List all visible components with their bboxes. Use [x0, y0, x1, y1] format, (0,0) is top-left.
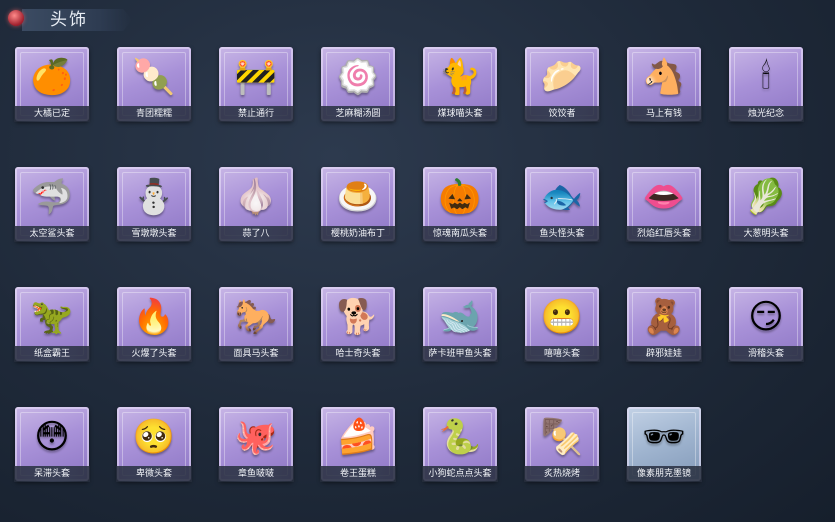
headwear-item[interactable]: 👄 烈焰红唇头套: [626, 167, 702, 242]
headwear-item[interactable]: 😳 呆滞头套: [14, 407, 90, 482]
headwear-item[interactable]: 🕶 像素朋克墨镜: [626, 407, 702, 482]
item-label: 火爆了头套: [116, 346, 192, 362]
headwear-item[interactable]: 🧄 蒜了八: [218, 167, 294, 242]
husky-icon: 🐕: [336, 296, 380, 337]
item-label: 卷王蛋糕: [320, 466, 396, 482]
fire-icon: 🔥: [132, 296, 176, 337]
horse-mask-icon: 🐎: [234, 296, 278, 337]
candle-icon: 🕯: [761, 56, 771, 97]
item-label: 嘻嘻头套: [524, 346, 600, 362]
headwear-item[interactable]: 🚧 禁止通行: [218, 47, 294, 122]
item-label: 萨卡班甲鱼头套: [422, 346, 498, 362]
item-label: 烈焰红唇头套: [626, 226, 702, 242]
headwear-item[interactable]: 😏 滑稽头套: [728, 287, 804, 362]
item-label: 滑稽头套: [728, 346, 804, 362]
item-label: 雪墩墩头套: [116, 226, 192, 242]
headwear-item[interactable]: 🐴 马上有钱: [626, 47, 702, 122]
dinosaur-icon: 🦖: [30, 296, 74, 337]
cake-roll-icon: 🍰: [336, 416, 380, 457]
item-label: 小狗蛇点点头套: [422, 466, 498, 482]
headwear-item[interactable]: 😬 嘻嘻头套: [524, 287, 600, 362]
item-label: 蒜了八: [218, 226, 294, 242]
item-label: 饺饺者: [524, 106, 600, 122]
headwear-item[interactable]: 🐎 面具马头套: [218, 287, 294, 362]
shark-icon: 🦈: [30, 176, 74, 217]
item-label: 惊魂南瓜头套: [422, 226, 498, 242]
headwear-item[interactable]: 🧸 辟邪娃娃: [626, 287, 702, 362]
sunglasses-icon: 🕶: [642, 416, 686, 457]
red-lips-icon: 👄: [642, 176, 686, 217]
item-label: 面具马头套: [218, 346, 294, 362]
headwear-item[interactable]: 🦖 纸盒霸王: [14, 287, 90, 362]
item-label: 像素朋克墨镜: [626, 466, 702, 482]
orange-icon: 🍊: [30, 56, 74, 97]
item-label: 马上有钱: [626, 106, 702, 122]
headwear-item[interactable]: 🔥 火爆了头套: [116, 287, 192, 362]
smirk-face-icon: 😏: [748, 296, 784, 337]
item-label: 呆滞头套: [14, 466, 90, 482]
item-label: 禁止通行: [218, 106, 294, 122]
headwear-item[interactable]: 🍰 卷王蛋糕: [320, 407, 396, 482]
item-label: 青团糯糯: [116, 106, 192, 122]
headwear-item[interactable]: 🐙 章鱼啵啵: [218, 407, 294, 482]
no-entry-cone-icon: 🚧: [234, 56, 278, 97]
headwear-item[interactable]: 🍥 芝麻糊汤圆: [320, 47, 396, 122]
item-label: 大橘已定: [14, 106, 90, 122]
headwear-item[interactable]: 🥺 卑微头套: [116, 407, 192, 482]
item-label: 樱桃奶油布丁: [320, 226, 396, 242]
headwear-grid: 🍊 大橘已定 🍡 青团糯糯 🚧 禁止通行 🍥 芝麻糊汤圆 🐈 煤球喵头套 🥟 饺饺者 🐴 马上…: [14, 47, 805, 482]
item-label: 辟邪娃娃: [626, 346, 702, 362]
item-label: 卑微头套: [116, 466, 192, 482]
page-title: 头饰: [50, 10, 88, 30]
pleading-face-icon: 🥺: [132, 416, 176, 457]
pumpkin-icon: 🎃: [438, 176, 482, 217]
fish-head-icon: 🐟: [540, 176, 584, 217]
headwear-item[interactable]: 🍊 大橘已定: [14, 47, 90, 122]
item-label: 煤球喵头套: [422, 106, 498, 122]
headwear-item[interactable]: 🥟 饺饺者: [524, 47, 600, 122]
item-label: 鱼头怪头套: [524, 226, 600, 242]
item-label: 炙热烧烤: [524, 466, 600, 482]
headwear-item[interactable]: 🐍 小狗蛇点点头套: [422, 407, 498, 482]
item-label: 章鱼啵啵: [218, 466, 294, 482]
pudding-icon: 🍮: [336, 176, 380, 217]
item-label: 大葱明头套: [728, 226, 804, 242]
skewer-icon: 🍢: [540, 416, 584, 457]
dazed-face-icon: 😳: [34, 416, 70, 457]
scallion-icon: 🥬: [744, 176, 788, 217]
dumpling-icon: 🥟: [540, 56, 584, 97]
doll-icon: 🧸: [642, 296, 686, 337]
headwear-item[interactable]: 🕯 烛光纪念: [728, 47, 804, 122]
headwear-item[interactable]: ⛄ 雪墩墩头套: [116, 167, 192, 242]
headwear-item[interactable]: 🐟 鱼头怪头套: [524, 167, 600, 242]
fish-icon: 🐋: [438, 296, 482, 337]
garlic-icon: 🧄: [234, 176, 278, 217]
black-cat-icon: 🐈: [438, 56, 482, 97]
green-dumpling-icon: 🍡: [132, 56, 176, 97]
headwear-item[interactable]: 🍢 炙热烧烤: [524, 407, 600, 482]
item-label: 哈士奇头套: [320, 346, 396, 362]
headwear-item[interactable]: 🐋 萨卡班甲鱼头套: [422, 287, 498, 362]
item-label: 纸盒霸王: [14, 346, 90, 362]
gem-icon: [8, 10, 24, 26]
item-label: 芝麻糊汤圆: [320, 106, 396, 122]
octopus-icon: 🐙: [234, 416, 278, 457]
rice-ball-icon: 🍥: [336, 56, 380, 97]
item-label: 太空鲨头套: [14, 226, 90, 242]
item-label: 烛光纪念: [728, 106, 804, 122]
snake-icon: 🐍: [438, 416, 482, 457]
headwear-item[interactable]: 🍡 青团糯糯: [116, 47, 192, 122]
section-header: 头饰: [4, 6, 132, 32]
horse-icon: 🐴: [642, 56, 686, 97]
headwear-item[interactable]: 🥬 大葱明头套: [728, 167, 804, 242]
grin-face-icon: 😬: [540, 296, 584, 337]
headwear-item[interactable]: 🍮 樱桃奶油布丁: [320, 167, 396, 242]
headwear-item[interactable]: 🦈 太空鲨头套: [14, 167, 90, 242]
headwear-item[interactable]: 🐈 煤球喵头套: [422, 47, 498, 122]
headwear-item[interactable]: 🎃 惊魂南瓜头套: [422, 167, 498, 242]
snowman-icon: ⛄: [132, 176, 176, 217]
headwear-item[interactable]: 🐕 哈士奇头套: [320, 287, 396, 362]
